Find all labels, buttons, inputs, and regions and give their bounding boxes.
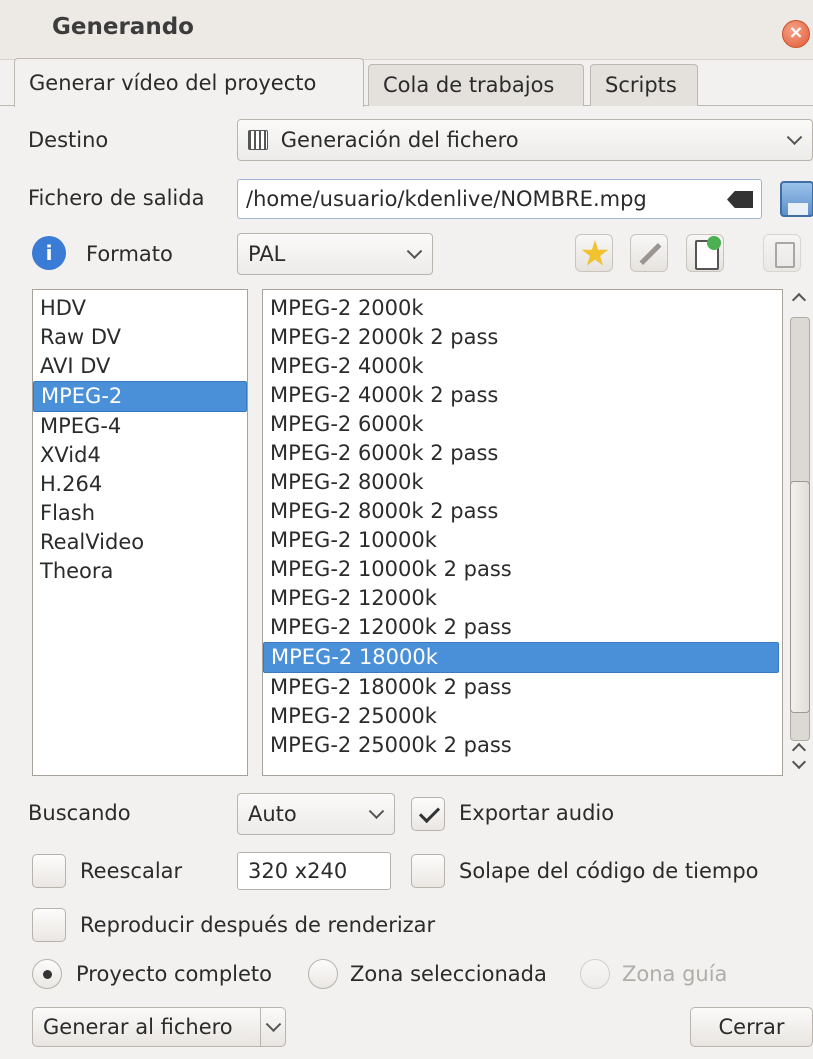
rescale-checkbox[interactable] (32, 854, 66, 888)
list-item[interactable]: MPEG-2 (33, 381, 247, 412)
save-icon[interactable] (780, 181, 813, 217)
list-item[interactable]: Theora (33, 557, 247, 586)
favorite-star-button[interactable] (575, 234, 613, 272)
list-item[interactable]: HDV (33, 294, 247, 323)
format-label: Formato (86, 242, 173, 266)
full-project-radio[interactable] (32, 959, 62, 989)
destination-label: Destino (28, 128, 109, 152)
close-icon: × (788, 22, 804, 43)
play-after-render-label: Reproducir después de renderizar (80, 913, 436, 937)
plus-icon (707, 236, 721, 250)
list-item[interactable]: Raw DV (33, 323, 247, 352)
selected-zone-radio[interactable] (308, 959, 338, 989)
format-select[interactable]: PAL (237, 233, 433, 275)
render-to-file-label: Generar al fichero (43, 1015, 233, 1039)
close-button-label: Cerrar (718, 1015, 785, 1039)
list-item[interactable]: AVI DV (33, 352, 247, 381)
tab-job-queue-label: Cola de trabajos (383, 73, 555, 97)
output-file-label: Fichero de salida (28, 186, 205, 210)
play-after-render-checkbox[interactable] (32, 908, 66, 942)
tab-scripts-label: Scripts (605, 73, 677, 97)
list-item[interactable]: RealVideo (33, 528, 247, 557)
scroll-up-icon[interactable] (791, 292, 807, 308)
list-item[interactable]: Flash (33, 499, 247, 528)
timecode-overlay-label: Solape del código de tiempo (459, 859, 759, 883)
info-icon[interactable]: i (32, 236, 66, 270)
full-project-label: Proyecto completo (76, 962, 272, 986)
export-audio-label: Exportar audio (459, 801, 615, 825)
export-audio-checkbox[interactable] (411, 797, 445, 831)
destination-select[interactable]: Generación del fichero (237, 119, 813, 161)
tab-scripts[interactable]: Scripts (590, 64, 698, 106)
selected-zone-label: Zona seleccionada (350, 962, 547, 986)
edit-profile-icon (639, 243, 662, 265)
clear-text-icon[interactable] (727, 191, 753, 208)
list-item[interactable]: MPEG-2 12000k (263, 584, 779, 613)
list-item[interactable]: MPEG-2 10000k 2 pass (263, 555, 779, 584)
guide-zone-radio (580, 959, 610, 989)
list-item[interactable]: MPEG-2 25000k 2 pass (263, 731, 779, 760)
chevron-down-icon (786, 129, 803, 146)
list-item[interactable]: MPEG-2 10000k (263, 526, 779, 555)
scroll-down-icon[interactable] (791, 754, 807, 770)
seeking-select[interactable]: Auto (237, 793, 395, 835)
destination-value: Generación del fichero (280, 128, 519, 152)
list-item[interactable]: MPEG-2 18000k (263, 642, 779, 673)
list-item[interactable]: MPEG-2 18000k 2 pass (263, 673, 779, 702)
category-list[interactable]: HDV Raw DV AVI DV MPEG-2 MPEG-4 XVid4 H.264 Fla… (32, 289, 248, 776)
list-item[interactable]: MPEG-2 4000k (263, 352, 779, 381)
tab-job-queue[interactable]: Cola de trabajos (368, 64, 584, 106)
edit-profile-button[interactable] (630, 234, 668, 272)
seeking-value: Auto (248, 802, 297, 826)
radio-selected-dot (43, 970, 52, 979)
scroll-thumb[interactable] (790, 481, 810, 713)
tab-render-project-label: Generar vídeo del proyecto (29, 71, 317, 95)
render-to-file-button[interactable]: Generar al fichero (32, 1007, 286, 1047)
list-item[interactable]: XVid4 (33, 441, 247, 470)
format-value: PAL (248, 242, 286, 266)
new-profile-button[interactable] (686, 234, 724, 272)
delete-profile-icon (775, 242, 795, 268)
close-window-button[interactable]: × (782, 20, 810, 48)
seeking-label: Buscando (28, 801, 131, 825)
list-item[interactable]: MPEG-2 6000k (263, 410, 779, 439)
rescale-size-input[interactable]: 320 x240 (237, 852, 391, 890)
list-item[interactable]: MPEG-2 25000k (263, 702, 779, 731)
list-item[interactable]: MPEG-4 (33, 412, 247, 441)
list-item[interactable]: MPEG-2 2000k 2 pass (263, 323, 779, 352)
rescale-size-value: 320 x240 (248, 859, 348, 883)
delete-profile-button[interactable] (763, 234, 801, 272)
film-icon (248, 130, 268, 150)
list-item[interactable]: MPEG-2 8000k 2 pass (263, 497, 779, 526)
profile-list[interactable]: MPEG-2 2000k MPEG-2 2000k 2 pass MPEG-2 40… (262, 289, 783, 776)
chevron-down-icon (406, 243, 423, 260)
guide-zone-label: Zona guía (622, 962, 728, 986)
window-title: Generando (52, 14, 194, 40)
chevron-down-icon (265, 1016, 282, 1033)
output-file-input[interactable]: /home/usuario/kdenlive/NOMBRE.mpg (237, 179, 762, 219)
close-button[interactable]: Cerrar (690, 1007, 813, 1047)
tab-render-project[interactable]: Generar vídeo del proyecto (14, 58, 364, 107)
list-item[interactable]: H.264 (33, 470, 247, 499)
list-item[interactable]: MPEG-2 2000k (263, 294, 779, 323)
list-item[interactable]: MPEG-2 4000k 2 pass (263, 381, 779, 410)
rescale-label: Reescalar (80, 859, 183, 883)
timecode-overlay-checkbox[interactable] (411, 854, 445, 888)
render-options-dropdown[interactable] (260, 1008, 285, 1046)
checkmark-icon (418, 801, 441, 824)
scroll-track[interactable] (790, 317, 810, 741)
list-item[interactable]: MPEG-2 6000k 2 pass (263, 439, 779, 468)
list-item[interactable]: MPEG-2 12000k 2 pass (263, 613, 779, 642)
chevron-down-icon (368, 803, 385, 820)
favorite-star-icon (581, 240, 609, 266)
output-file-value: /home/usuario/kdenlive/NOMBRE.mpg (246, 187, 647, 211)
list-item[interactable]: MPEG-2 8000k (263, 468, 779, 497)
profile-list-scrollbar[interactable] (786, 289, 813, 776)
